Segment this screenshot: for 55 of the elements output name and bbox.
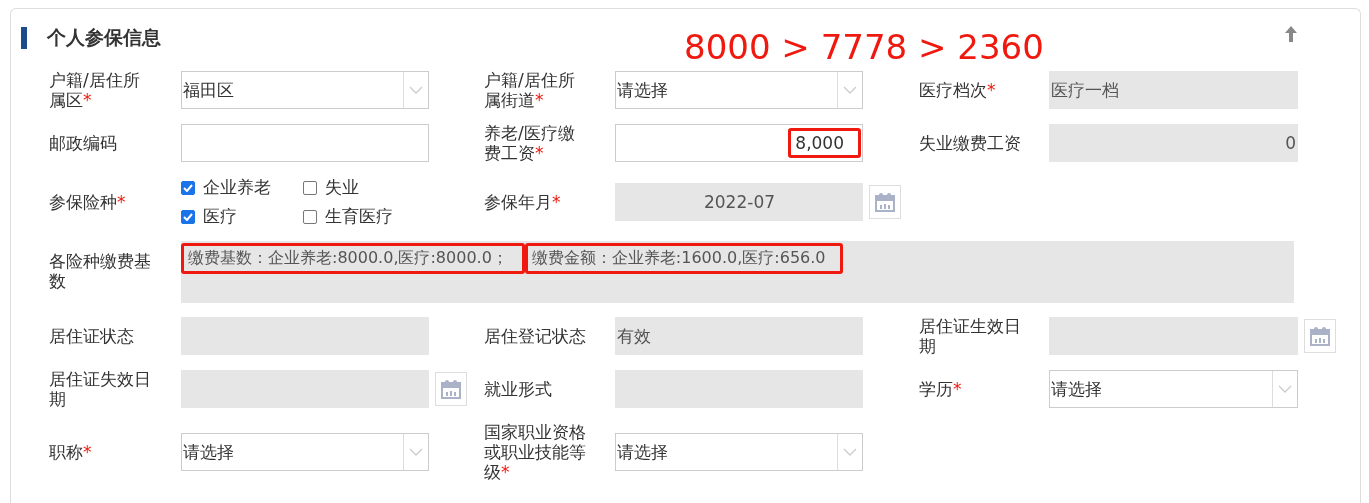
annotation-text: 8000 > 7778 > 2360 — [684, 27, 1044, 67]
chevron-down-icon — [409, 86, 423, 94]
checkbox[interactable] — [181, 209, 195, 224]
checkbox[interactable] — [181, 180, 195, 195]
readonly-field: 有效 — [615, 317, 863, 355]
date-field: 2022-07 — [615, 183, 863, 221]
select-field[interactable]: 请选择 — [615, 71, 863, 109]
calendar-icon — [1310, 326, 1330, 346]
checkmark-icon — [183, 212, 193, 221]
section-title: 个人参保信息 — [47, 25, 161, 50]
field-label: 学历* — [919, 379, 963, 399]
field-label: 参保年月* — [484, 192, 562, 212]
select-field[interactable]: 请选择 — [1049, 370, 1298, 408]
field-label: 居住登记状态 — [484, 326, 587, 346]
checkbox-label: 企业养老 — [203, 176, 271, 199]
checkbox[interactable] — [303, 209, 317, 224]
summary-text: 缴费基数：企业养老:8000.0,医疗:8000.0； — [181, 243, 525, 274]
select-field[interactable]: 福田区 — [181, 71, 429, 109]
field-label: 户籍/居住所属区* — [49, 70, 141, 110]
calendar-button[interactable] — [869, 185, 901, 219]
field-label: 居住证状态 — [49, 326, 135, 346]
summary-text: 缴费金额：企业养老:1600.0,医疗:656.0 — [524, 243, 843, 274]
select-field[interactable]: 请选择 — [615, 433, 863, 471]
chevron-down-icon — [1278, 385, 1292, 393]
select-field[interactable]: 请选择 — [181, 433, 429, 471]
calendar-button[interactable] — [1304, 319, 1336, 353]
checkbox[interactable] — [303, 180, 317, 195]
chevron-down-icon — [409, 448, 423, 456]
field-label: 国家职业资格或职业技能等级* — [484, 422, 587, 482]
field-label: 养老/医疗缴费工资* — [484, 123, 576, 163]
checkbox-label: 医疗 — [203, 205, 237, 228]
field-label: 邮政编码 — [49, 133, 118, 153]
field-label: 失业缴费工资 — [919, 133, 1022, 153]
readonly-field: 0 — [1049, 124, 1298, 162]
calendar-icon — [875, 192, 895, 212]
field-label: 户籍/居住所属街道* — [484, 70, 576, 110]
field-label: 就业形式 — [484, 379, 553, 399]
checkmark-icon — [183, 183, 193, 192]
calendar-button[interactable] — [435, 372, 467, 406]
chevron-down-icon — [843, 448, 857, 456]
arrow-up-icon[interactable] — [1284, 25, 1298, 43]
input-field[interactable]: 8,000 — [615, 124, 863, 162]
checkbox-label: 生育医疗 — [325, 205, 393, 228]
field-label: 职称* — [49, 442, 93, 462]
calendar-icon — [441, 379, 461, 399]
field-label: 各险种缴费基数 — [49, 251, 152, 291]
title-marker — [21, 27, 27, 49]
readonly-field: 医疗一档 — [1049, 71, 1298, 109]
chevron-down-icon — [843, 86, 857, 94]
field-label: 居住证失效日期 — [49, 369, 152, 409]
input-field[interactable] — [181, 124, 429, 162]
field-label: 医疗档次* — [919, 80, 997, 100]
field-label: 居住证生效日期 — [919, 316, 1022, 356]
checkbox-label: 失业 — [325, 176, 359, 199]
field-label: 参保险种* — [49, 192, 127, 212]
